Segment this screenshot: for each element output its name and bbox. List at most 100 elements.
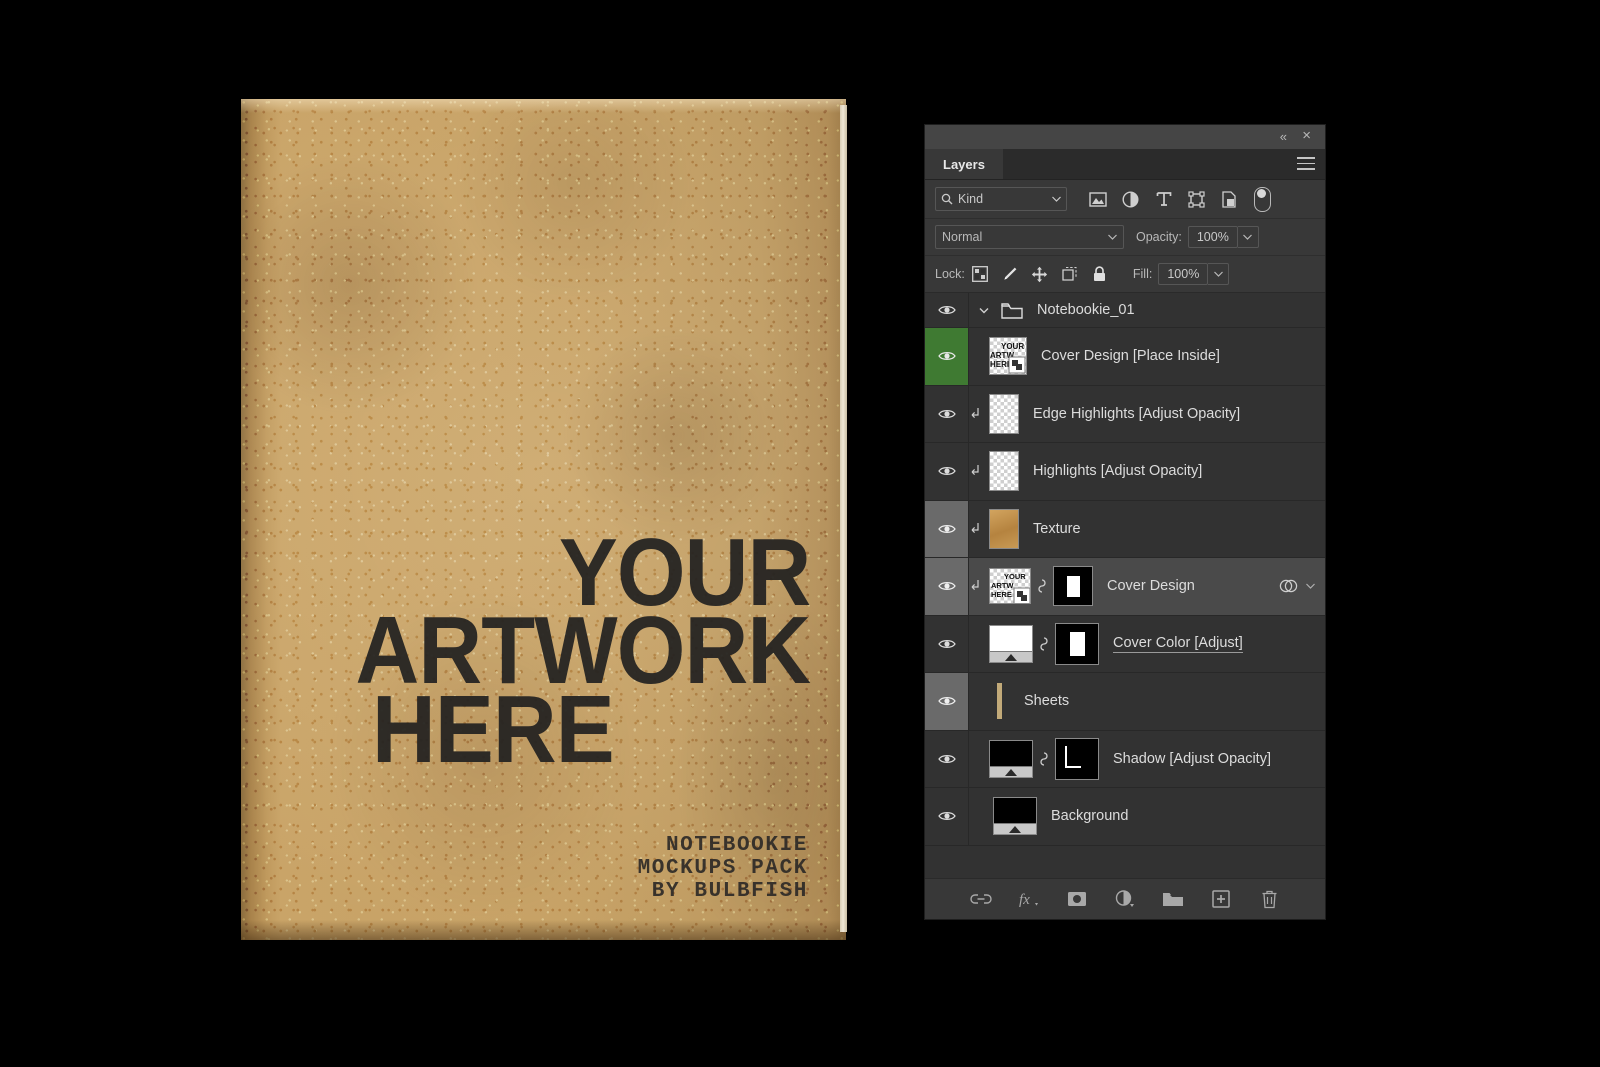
layer-effects-icon[interactable]: [1279, 578, 1298, 594]
clipping-mask-indicator: [969, 522, 989, 536]
add-layer-mask-icon[interactable]: [1066, 888, 1088, 910]
table-row[interactable]: Edge Highlights [Adjust Opacity]: [925, 385, 1325, 443]
collapse-panel-icon[interactable]: «: [1280, 129, 1287, 145]
mask-link-icon[interactable]: [1033, 750, 1055, 768]
layer-name[interactable]: Edge Highlights [Adjust Opacity]: [1033, 406, 1240, 422]
layer-visibility-toggle[interactable]: [925, 615, 969, 672]
panel-tab-strip: Layers: [925, 149, 1325, 180]
table-row[interactable]: YOUR ARTW HERE Cover Design [Place Insid…: [925, 328, 1325, 386]
layer-visibility-toggle[interactable]: [925, 673, 969, 730]
lock-artboard-nesting-icon[interactable]: [1055, 262, 1085, 286]
filter-kind-select[interactable]: Kind: [935, 187, 1067, 211]
lock-position-icon[interactable]: [1025, 262, 1055, 286]
new-layer-icon[interactable]: [1210, 888, 1232, 910]
layer-mask-thumbnail[interactable]: [1055, 737, 1099, 780]
lock-row: Lock: Fill: 100%: [925, 255, 1325, 293]
layer-visibility-toggle[interactable]: [925, 385, 969, 442]
table-row[interactable]: YOUR ARTW HERE Cover Design: [925, 558, 1325, 616]
layer-visibility-toggle[interactable]: [925, 730, 969, 787]
layer-name[interactable]: Cover Design: [1107, 578, 1195, 594]
layers-list: Notebookie_01 YOUR ARTW HERE Cover Desig…: [925, 293, 1325, 880]
filter-kind-label: Kind: [958, 192, 984, 206]
link-layers-icon[interactable]: [970, 888, 992, 910]
layer-effects-chevron-icon[interactable]: [1306, 583, 1315, 590]
layer-thumbnail[interactable]: [989, 508, 1019, 549]
table-row[interactable]: Cover Color [Adjust]: [925, 615, 1325, 673]
svg-text:YOUR: YOUR: [1001, 342, 1024, 351]
artwork-line-3: HERE: [372, 676, 615, 783]
layer-thumbnail[interactable]: [989, 624, 1033, 663]
shape-filter-icon[interactable]: [1180, 186, 1213, 212]
new-adjustment-layer-icon[interactable]: [1114, 888, 1136, 910]
layer-thumbnail[interactable]: [989, 393, 1019, 434]
layer-name[interactable]: Texture: [1033, 521, 1081, 537]
svg-text:fx: fx: [1019, 892, 1030, 908]
fill-input[interactable]: 100%: [1158, 263, 1209, 285]
folder-icon: [1001, 302, 1023, 319]
layer-mask-thumbnail[interactable]: [1053, 566, 1093, 607]
new-group-icon[interactable]: [1162, 888, 1184, 910]
layer-thumbnail[interactable]: [997, 683, 1002, 720]
layers-list-empty-space: [925, 845, 1325, 880]
filter-enable-toggle[interactable]: [1246, 186, 1279, 212]
clipping-mask-indicator: [969, 579, 989, 593]
opacity-stepper-icon[interactable]: [1237, 226, 1259, 248]
layer-thumbnail[interactable]: [989, 739, 1033, 778]
layer-mask-thumbnail[interactable]: [1055, 622, 1099, 665]
opacity-input[interactable]: 100%: [1187, 226, 1238, 248]
svg-text:YOUR: YOUR: [1004, 572, 1026, 581]
blend-mode-select[interactable]: Normal: [935, 225, 1124, 249]
lock-all-icon[interactable]: [1085, 262, 1115, 286]
layer-visibility-toggle[interactable]: [925, 328, 969, 385]
notebook-mockup-canvas: YOUR ARTWORK HERE NOTEBOOKIE MOCKUPS PAC…: [0, 0, 900, 1067]
close-panel-icon[interactable]: ×: [1302, 128, 1311, 144]
filter-type-icons: [1081, 186, 1279, 212]
table-row[interactable]: Notebookie_01: [925, 293, 1325, 328]
layer-name[interactable]: Background: [1051, 808, 1128, 824]
layer-name[interactable]: Cover Color [Adjust]: [1113, 635, 1243, 653]
pixel-filter-icon[interactable]: [1081, 186, 1114, 212]
layer-effects-group: [1279, 578, 1315, 594]
group-expand-chevron-icon[interactable]: [979, 307, 995, 314]
panel-bottom-toolbar: fx: [925, 878, 1325, 919]
table-row[interactable]: Texture: [925, 500, 1325, 558]
layer-name[interactable]: Sheets: [1024, 693, 1069, 709]
table-row[interactable]: Shadow [Adjust Opacity]: [925, 730, 1325, 788]
layer-visibility-toggle[interactable]: [925, 443, 969, 500]
layer-visibility-toggle[interactable]: [925, 293, 969, 327]
layer-visibility-toggle[interactable]: [925, 500, 969, 557]
layer-thumbnail[interactable]: YOUR ARTW HERE: [989, 568, 1031, 605]
layer-visibility-toggle[interactable]: [925, 788, 969, 845]
mask-link-icon[interactable]: [1033, 635, 1055, 653]
adjustment-filter-icon[interactable]: [1114, 186, 1147, 212]
layer-thumbnail[interactable]: [989, 451, 1019, 492]
fill-stepper-icon[interactable]: [1208, 263, 1230, 285]
lock-image-pixels-icon[interactable]: [995, 262, 1025, 286]
cover-artwork: YOUR ARTWORK HERE NOTEBOOKIE MOCKUPS PAC…: [241, 99, 846, 940]
layer-thumbnail[interactable]: [993, 797, 1037, 836]
delete-layer-icon[interactable]: [1258, 888, 1280, 910]
layer-name[interactable]: Shadow [Adjust Opacity]: [1113, 751, 1271, 767]
chevron-down-icon: [1108, 234, 1117, 240]
layer-thumbnail[interactable]: YOUR ARTW HERE: [989, 337, 1027, 376]
layer-name[interactable]: Cover Design [Place Inside]: [1041, 348, 1220, 364]
table-row[interactable]: Background: [925, 788, 1325, 846]
layer-visibility-toggle[interactable]: [925, 558, 969, 615]
layer-name[interactable]: Notebookie_01: [1037, 302, 1135, 318]
table-row[interactable]: Highlights [Adjust Opacity]: [925, 443, 1325, 501]
table-row[interactable]: Sheets: [925, 673, 1325, 731]
layers-panel: « × Layers Kind Normal Opacity: 100% Loc…: [925, 125, 1325, 919]
lock-label: Lock:: [935, 267, 965, 281]
panel-title-bar: « ×: [925, 125, 1325, 149]
tab-layers[interactable]: Layers: [925, 149, 1003, 179]
layer-style-fx-icon[interactable]: fx: [1018, 888, 1040, 910]
search-icon: [941, 193, 953, 205]
lock-transparent-pixels-icon[interactable]: [965, 262, 995, 286]
blend-mode-value: Normal: [942, 230, 983, 244]
panel-menu-icon[interactable]: [1297, 157, 1315, 170]
mask-link-icon[interactable]: [1031, 577, 1053, 595]
type-filter-icon[interactable]: [1147, 186, 1180, 212]
smart-object-filter-icon[interactable]: [1213, 186, 1246, 212]
layer-name[interactable]: Highlights [Adjust Opacity]: [1033, 463, 1202, 479]
svg-text:HERE: HERE: [991, 590, 1012, 599]
